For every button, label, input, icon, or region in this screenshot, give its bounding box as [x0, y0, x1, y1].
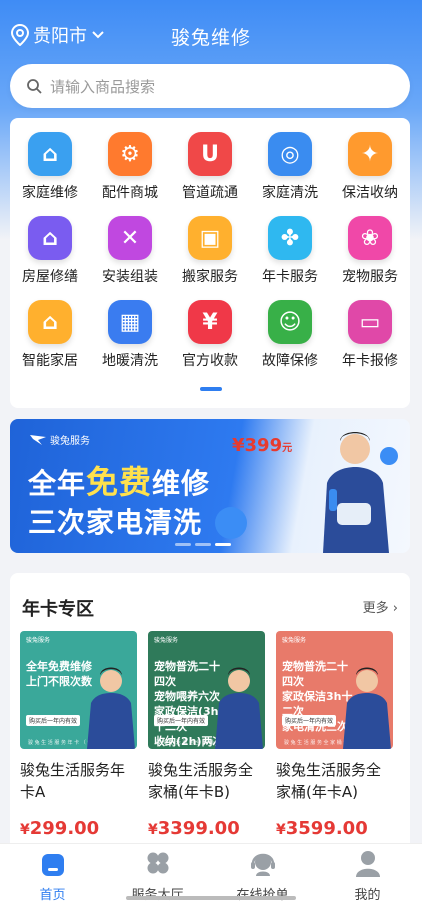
more-link[interactable]: 更多 ›: [363, 597, 398, 616]
tab-item[interactable]: 我的: [315, 844, 420, 907]
parts-gear-icon: ⚙: [108, 132, 152, 176]
service-hall-icon: [147, 852, 168, 874]
service-label: 管道疏通: [182, 185, 238, 201]
service-label: 搬家服务: [182, 269, 238, 285]
service-label: 保洁收纳: [342, 185, 398, 201]
banner-headline-2: 三次家电清洗: [28, 506, 203, 539]
washer-icon: ◎: [268, 132, 312, 176]
house-fix-icon: ⌂: [28, 216, 72, 260]
banner-brand-text: 骏兔服务: [50, 436, 90, 447]
service-label: 智能家居: [22, 353, 78, 369]
tab-label: 首页: [39, 888, 66, 903]
product-thumbnail: 骏兔服务 宠物普洗二十四次 宠物喂养六次 家政保洁(3h)十二次 收纳(2h)两次 购买后…: [148, 631, 265, 749]
tab-label: 我的: [354, 888, 381, 903]
product-name: 骏兔生活服务全家桶(年卡A): [276, 761, 382, 801]
service-item[interactable]: ⌂ 房屋修缮: [10, 202, 90, 285]
product-name: 骏兔生活服务年卡A: [20, 761, 126, 801]
product-thumbnail: 骏兔服务 全年免费维修 上门不限次数 购买后一年内有效骏 兔 生 活 服 务 年 卡 …: [20, 631, 137, 749]
card-service-icon: ✤: [268, 216, 312, 260]
service-item[interactable]: ☺ 故障保修: [250, 286, 330, 369]
pipe-icon: U: [188, 132, 232, 176]
service-item[interactable]: ▦ 地暖清洗: [90, 286, 170, 369]
thumb-chip: 购买后一年内有效: [26, 715, 81, 726]
worker-illustration: [343, 667, 391, 749]
decor-bubble: [215, 507, 247, 539]
tab-item[interactable]: 首页: [0, 844, 105, 907]
product-price: ¥299.00: [20, 818, 100, 839]
service-label: 宠物服务: [342, 269, 398, 285]
product-name: 骏兔生活服务全家桶(年卡B): [148, 761, 254, 801]
banner-pagination: [175, 543, 235, 546]
product-price: ¥3599.00: [276, 818, 368, 839]
headset-icon: [250, 853, 275, 876]
service-grid: ⌂ 家庭维修 ⚙ 配件商城 U 管道疏通 ◎ 家庭清洗 ✦ 保洁收纳 ⌂ 房屋修缮 ✕ 安装组装 ▣ 搬家服务…: [10, 118, 410, 408]
service-label: 家庭维修: [22, 185, 78, 201]
profile-icon: [355, 851, 380, 877]
service-item[interactable]: ⚙ 配件商城: [90, 118, 170, 201]
service-label: 家庭清洗: [262, 185, 318, 201]
banner-price: ¥399元: [232, 435, 293, 456]
thumb-brand: 骏兔服务: [154, 637, 179, 644]
user-shield-icon: ☺: [268, 300, 312, 344]
thumb-chip: 购买后一年内有效: [154, 715, 209, 726]
yen-icon: ¥: [188, 300, 232, 344]
broom-icon: ✦: [348, 132, 392, 176]
product-card[interactable]: 骏兔服务 宠物普洗二十四次 宠物喂养六次 家政保洁(3h)十二次 收纳(2h)两次 购买后…: [148, 631, 265, 843]
search-input[interactable]: 请输入商品搜索: [10, 64, 410, 108]
card-repair-icon: ▭: [348, 300, 392, 344]
service-item[interactable]: ✕ 安装组装: [90, 202, 170, 285]
worker-illustration: [323, 432, 389, 553]
grid-page-indicator: [200, 387, 222, 391]
tab-label: 在线抢单: [210, 884, 315, 903]
promo-banner[interactable]: 骏兔服务 全年免费维修 三次家电清洗 ¥399元: [10, 419, 410, 553]
search-placeholder: 请输入商品搜索: [50, 77, 156, 96]
search-icon: [27, 79, 42, 94]
thumb-chip: 购买后一年内有效: [282, 715, 337, 726]
product-thumbnail: 骏兔服务 宠物普洗二十四次 家政保洁3h十二次 家电清洗三次 购买后一年内有效骏 兔 生…: [276, 631, 393, 749]
product-card[interactable]: 骏兔服务 全年免费维修 上门不限次数 购买后一年内有效骏 兔 生 活 服 务 年 卡 …: [20, 631, 137, 843]
service-item[interactable]: ⌂ 家庭维修: [10, 118, 90, 201]
service-label: 年卡服务: [262, 269, 318, 285]
truck-icon: ▣: [188, 216, 232, 260]
section-title: 年卡专区: [22, 599, 94, 620]
product-price: ¥3399.00: [148, 818, 240, 839]
service-label: 地暖清洗: [102, 353, 158, 369]
home-tab-icon: [41, 854, 64, 876]
service-label: 配件商城: [102, 185, 158, 201]
worker-illustration: [87, 667, 135, 749]
home-repair-icon: ⌂: [28, 132, 72, 176]
service-label: 安装组装: [102, 269, 158, 285]
thumb-brand: 骏兔服务: [282, 637, 307, 644]
service-item[interactable]: ▭ 年卡报修: [330, 286, 410, 369]
brand-logo-icon: [30, 434, 46, 445]
service-item[interactable]: ✤ 年卡服务: [250, 202, 330, 285]
service-item[interactable]: ▣ 搬家服务: [170, 202, 250, 285]
service-label: 年卡报修: [342, 353, 398, 369]
service-item[interactable]: U 管道疏通: [170, 118, 250, 201]
smart-home-icon: ⌂: [28, 300, 72, 344]
thumb-brand: 骏兔服务: [26, 637, 51, 644]
paw-icon: ❀: [348, 216, 392, 260]
service-label: 故障保修: [262, 353, 318, 369]
tools-icon: ✕: [108, 216, 152, 260]
floor-heat-icon: ▦: [108, 300, 152, 344]
service-item[interactable]: ◎ 家庭清洗: [250, 118, 330, 201]
home-indicator: [126, 896, 296, 900]
tab-label: 服务大厅: [105, 884, 210, 903]
service-item[interactable]: ¥ 官方收款: [170, 286, 250, 369]
app-title: 骏兔维修: [170, 27, 251, 49]
annual-card-section: 年卡专区 更多 › 骏兔服务 全年免费维修 上门不限次数 购买后一年内有效骏 兔 生 …: [10, 573, 410, 843]
banner-headline-1: 全年免费维修: [28, 463, 211, 501]
service-item[interactable]: ⌂ 智能家居: [10, 286, 90, 369]
banner-brand: 骏兔服务: [30, 432, 90, 447]
service-item[interactable]: ❀ 宠物服务: [330, 202, 410, 285]
service-item[interactable]: ✦ 保洁收纳: [330, 118, 410, 201]
worker-illustration: [215, 667, 263, 749]
service-label: 官方收款: [182, 353, 238, 369]
service-label: 房屋修缮: [22, 269, 78, 285]
product-card[interactable]: 骏兔服务 宠物普洗二十四次 家政保洁3h十二次 家电清洗三次 购买后一年内有效骏 兔 生…: [276, 631, 393, 843]
